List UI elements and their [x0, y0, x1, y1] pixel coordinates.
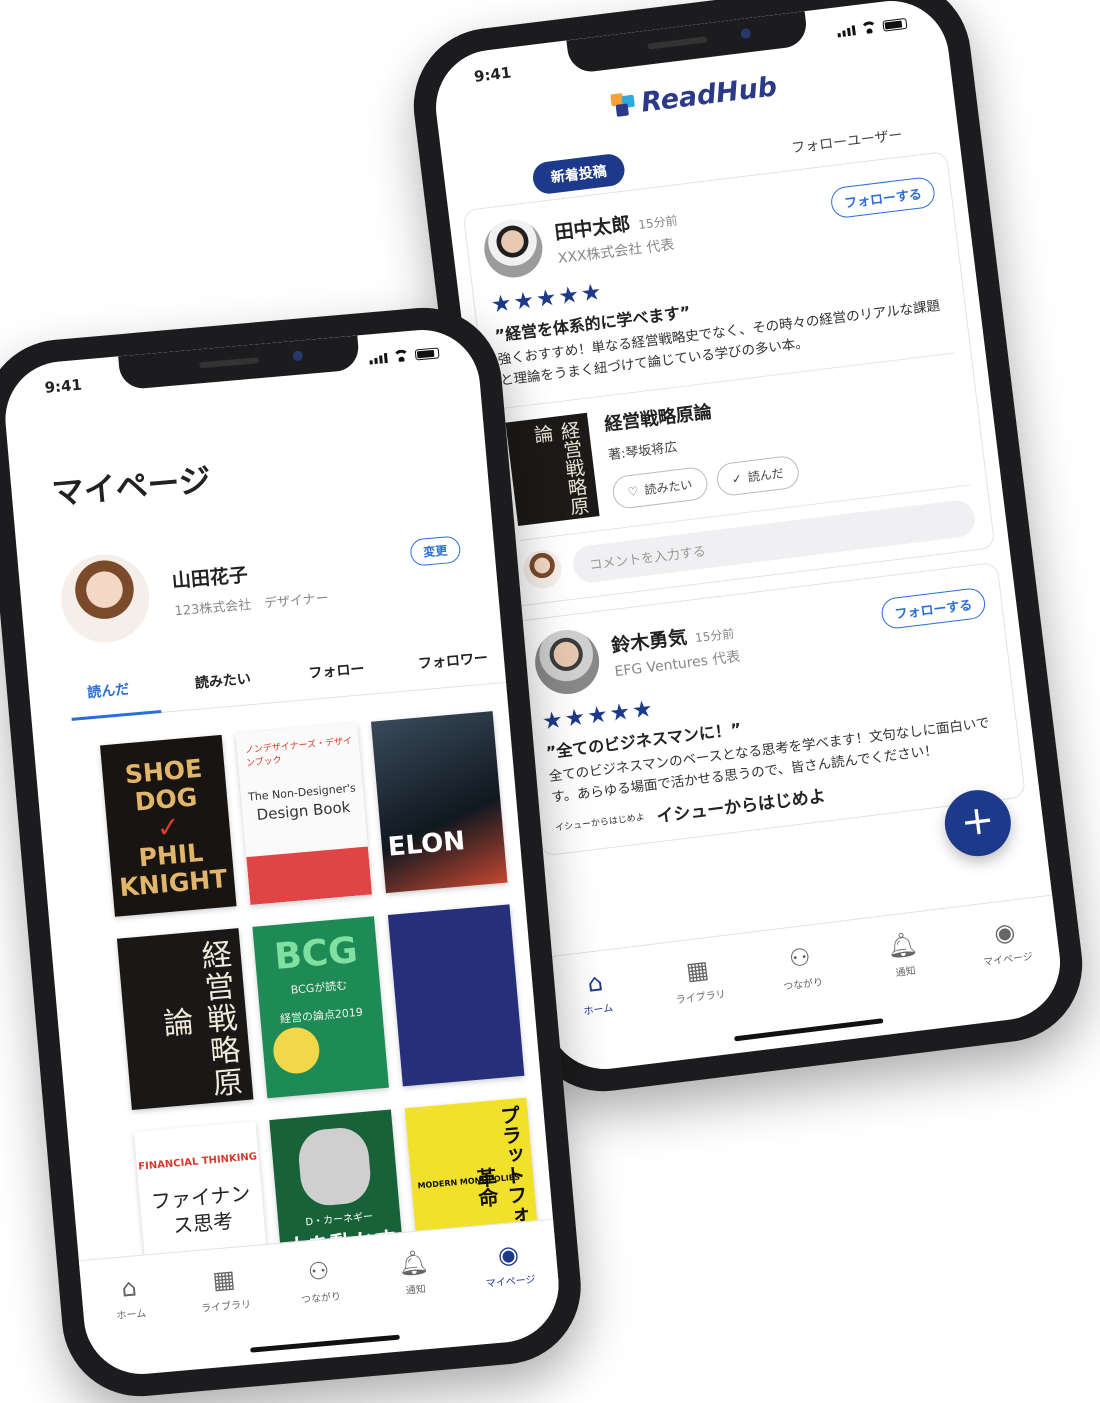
nav-mypage[interactable]: ◉ マイページ: [963, 913, 1048, 969]
book-cover-text: ノンデザイナーズ・デザインブック: [244, 736, 353, 769]
battery-icon: [882, 17, 908, 32]
tab-following[interactable]: フォロー: [308, 658, 366, 683]
signal-icon: [369, 352, 388, 365]
nav-label: ライブラリ: [675, 988, 727, 1006]
want-to-read-button[interactable]: ♡ 読みたい: [610, 465, 710, 511]
have-read-button[interactable]: ✓ 読んだ: [714, 454, 801, 498]
tab-read[interactable]: 読んだ: [86, 679, 130, 703]
avatar[interactable]: [57, 550, 153, 647]
status-time: 9:41: [473, 63, 513, 86]
book-cover[interactable]: ELON: [370, 711, 508, 894]
nav-notifications[interactable]: 🔔︎ 通知: [861, 926, 946, 982]
feed-list: 田中太郎 15分前 XXX株式会社 代表 フォローする ★★★★★ ”経営を体系的…: [462, 150, 1027, 871]
book-cover-text: ELON: [386, 826, 467, 863]
grid-icon: ▦: [684, 954, 711, 986]
profile-block: 山田花子 123株式会社 デザイナー 変更: [57, 523, 467, 658]
mypage-phone: 9:41 マイページ 山田花子 123株式会社 デザイナー 変更 読んだ 読みた…: [0, 301, 588, 1403]
book-cover-text: [393, 964, 515, 975]
book-cover[interactable]: [387, 904, 525, 1087]
bell-icon: 🔔︎: [397, 1247, 430, 1278]
battery-icon: [414, 347, 440, 361]
profile-name: 山田花子: [171, 563, 249, 593]
nav-home[interactable]: ⌂ ホーム: [88, 1270, 172, 1324]
page-title: マイページ: [50, 460, 213, 513]
nav-notifications[interactable]: 🔔︎ 通知: [372, 1245, 456, 1299]
book-cover-text: ファイナンス思考: [150, 1181, 252, 1238]
app-logo-text: ReadHub: [639, 71, 779, 119]
nav-connections[interactable]: ⚇ つながり: [278, 1253, 362, 1307]
home-indicator[interactable]: [734, 1018, 884, 1042]
tab-want-to-read[interactable]: 読みたい: [194, 668, 252, 693]
bottom-nav: ⌂ ホーム ▦ ライブラリ ⚇ つながり 🔔︎ 通知 ◉ マイページ: [539, 894, 1062, 1038]
heart-icon: ♡: [626, 483, 640, 499]
profile-subtitle: 123株式会社 デザイナー: [174, 590, 330, 620]
avatar[interactable]: [531, 626, 603, 698]
mypage-screen: 9:41 マイページ 山田花子 123株式会社 デザイナー 変更 読んだ 読みた…: [0, 325, 564, 1379]
active-tab-indicator: [71, 709, 162, 721]
home-icon: ⌂: [120, 1272, 138, 1303]
check-icon: ✓: [730, 470, 743, 486]
want-to-read-label: 読みたい: [643, 477, 694, 498]
book-cover[interactable]: SHOE DOG ✓ PHIL KNIGHT: [100, 734, 237, 917]
nav-label: ライブラリ: [200, 1298, 252, 1315]
book-cover-text: 経営の論点2019: [279, 1005, 364, 1026]
nav-library[interactable]: ▦ ライブラリ: [656, 951, 741, 1007]
post-card: 田中太郎 15分前 XXX株式会社 代表 フォローする ★★★★★ ”経営を体系的…: [462, 150, 996, 608]
nav-home[interactable]: ⌂ ホーム: [554, 964, 639, 1020]
have-read-label: 読んだ: [746, 466, 785, 485]
avatar[interactable]: [481, 216, 546, 281]
bell-icon: 🔔︎: [885, 929, 920, 961]
book-grid: SHOE DOG ✓ PHIL KNIGHT ノンデザイナーズ・デザインブック …: [100, 711, 542, 1304]
people-icon: ⚇: [787, 942, 813, 973]
book-cover[interactable]: ノンデザイナーズ・デザインブック The Non-Designer's Desi…: [235, 722, 373, 905]
user-icon: ◉: [992, 917, 1017, 948]
home-indicator[interactable]: [250, 1334, 400, 1353]
book-cover[interactable]: 経営戦略原論: [505, 412, 600, 526]
nav-label: つながり: [782, 976, 824, 993]
nav-label: つながり: [300, 1291, 342, 1306]
book-cover-text: FINANCIAL THINKING: [137, 1151, 258, 1173]
nav-label: ホーム: [116, 1308, 147, 1322]
post-time: 15分前: [694, 626, 736, 646]
edit-profile-button[interactable]: 変更: [409, 535, 462, 567]
user-icon: ◉: [496, 1239, 520, 1270]
wifi-icon: [860, 21, 877, 35]
wifi-icon: [393, 349, 410, 362]
nav-label: 通知: [405, 1283, 427, 1297]
tab-followers[interactable]: フォロワー: [417, 647, 488, 673]
nav-library[interactable]: ▦ ライブラリ: [183, 1262, 267, 1316]
grid-icon: ▦: [211, 1264, 237, 1295]
book-cover-text: 経営戦略原論: [156, 937, 244, 1101]
nav-connections[interactable]: ⚇ つながり: [758, 939, 843, 995]
avatar: [521, 548, 564, 591]
nav-label: ホーム: [582, 1002, 614, 1018]
book-cover-text: 経営戦略原論: [530, 419, 591, 517]
home-icon: ⌂: [585, 967, 605, 998]
nav-label: 通知: [894, 965, 917, 979]
nav-label: マイページ: [485, 1274, 536, 1290]
tab-new-posts[interactable]: 新着投稿: [531, 152, 627, 196]
nav-label: マイページ: [982, 950, 1034, 968]
post-time: 15分前: [637, 213, 679, 232]
signal-icon: [837, 25, 856, 38]
nav-mypage[interactable]: ◉ マイページ: [467, 1237, 551, 1291]
tab-following-users[interactable]: フォローユーザー: [790, 124, 904, 157]
book-cover[interactable]: BCG BCGが読む 経営の論点2019: [252, 916, 389, 1099]
readhub-logo-icon: [610, 92, 637, 119]
book-cover-text: BCG: [272, 929, 360, 978]
book-cover[interactable]: 経営戦略原論: [116, 928, 254, 1111]
book-peek-cover-text: イシューからはじめよ: [554, 812, 646, 834]
people-icon: ⚇: [306, 1256, 331, 1286]
status-time: 9:41: [43, 375, 83, 397]
